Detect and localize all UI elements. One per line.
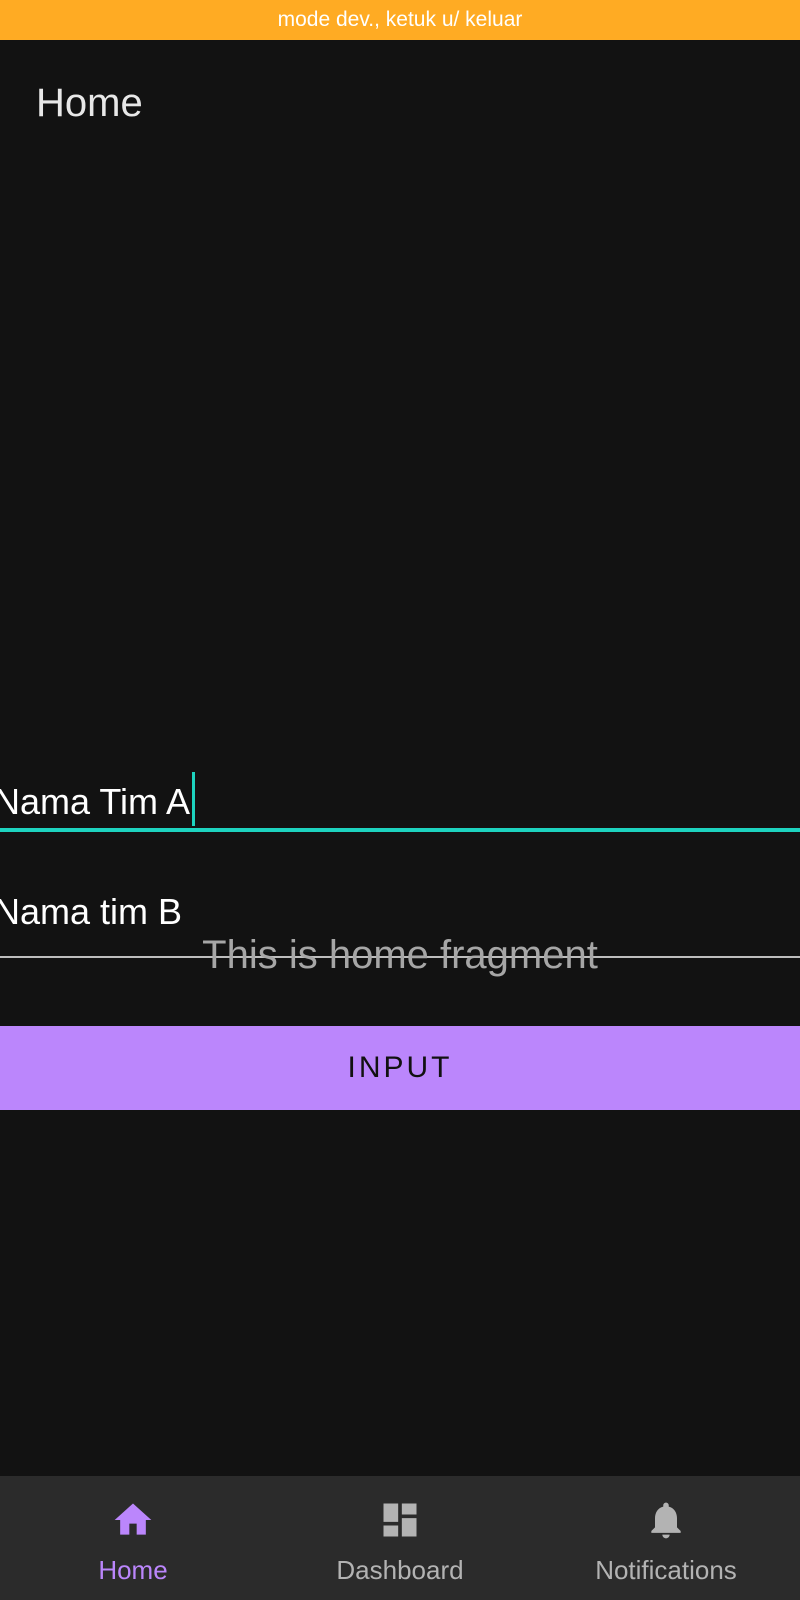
- nav-label-dashboard: Dashboard: [336, 1555, 464, 1585]
- team-a-value: Nama Tim A: [0, 781, 191, 822]
- nav-label-notifications: Notifications: [595, 1555, 737, 1585]
- text-cursor: [192, 772, 196, 826]
- dev-mode-banner[interactable]: mode dev., ketuk u/ keluar: [0, 0, 800, 40]
- nav-label-home: Home: [98, 1555, 168, 1585]
- app-screen: mode dev., ketuk u/ keluar Home Nama Tim…: [0, 0, 800, 1600]
- bell-icon: [651, 1502, 681, 1539]
- nav-item-notifications[interactable]: Notifications: [566, 1476, 766, 1600]
- page-title: Home: [36, 81, 143, 125]
- fragment-text: This is home fragment: [202, 933, 598, 977]
- nav-item-dashboard[interactable]: Dashboard: [300, 1476, 500, 1600]
- dashboard-icon: [383, 1503, 417, 1537]
- bottom-navigation: Home Dashboard Notifications: [0, 1476, 800, 1600]
- team-b-input[interactable]: Nama tim B: [0, 890, 182, 934]
- team-a-underline: [0, 828, 800, 832]
- nav-item-home[interactable]: Home: [33, 1476, 233, 1600]
- team-a-field[interactable]: Nama Tim A: [0, 760, 800, 834]
- team-a-input[interactable]: Nama Tim A: [0, 772, 196, 826]
- input-button[interactable]: INPUT: [0, 1026, 800, 1110]
- home-icon: [114, 1503, 152, 1535]
